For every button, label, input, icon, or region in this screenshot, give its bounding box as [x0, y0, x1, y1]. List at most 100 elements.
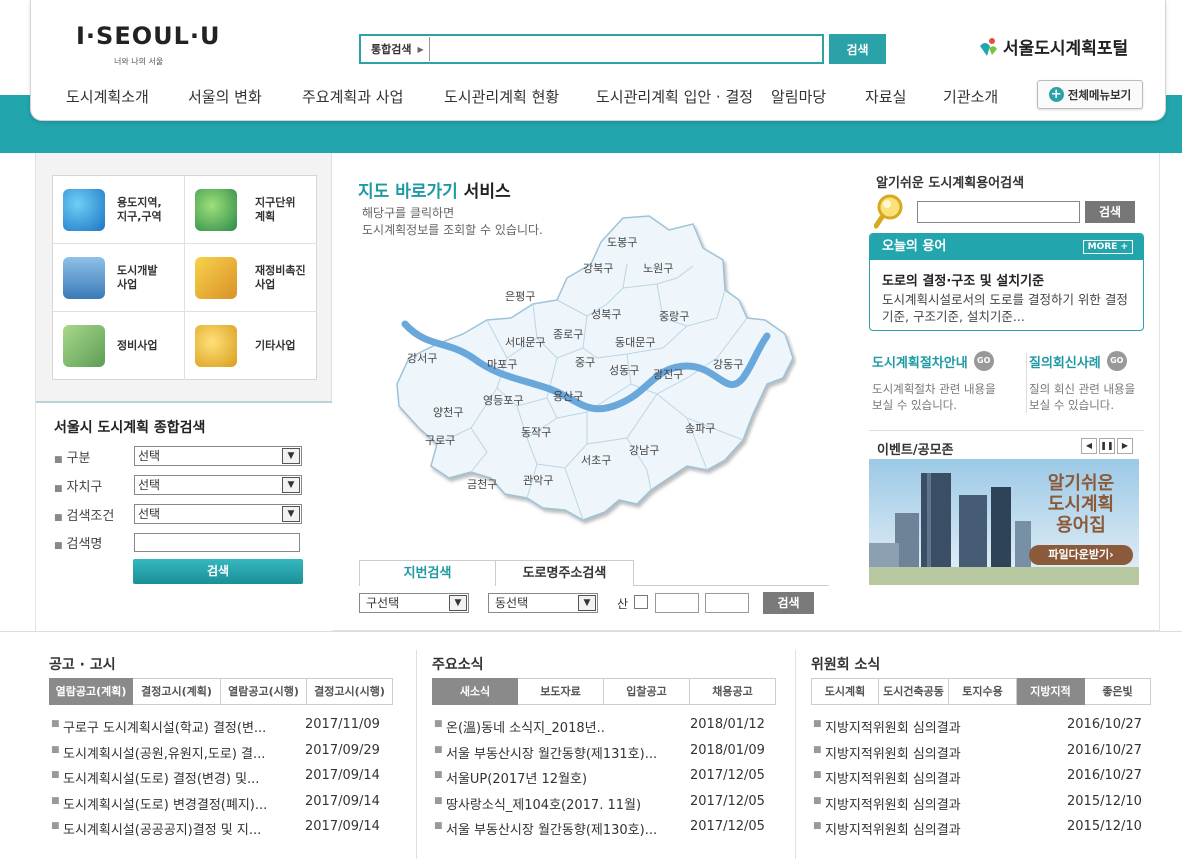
district-dongdaemun: 동대문구 [615, 336, 655, 349]
event-banner[interactable]: 알기쉬운 도시계획 용어집 파일다운받기› [869, 459, 1139, 585]
tab-committee-0[interactable]: 도시계획 [811, 678, 879, 705]
urban-development-icon [63, 256, 105, 299]
all-menu-button[interactable]: + 전체메뉴보기 [1037, 80, 1143, 109]
term-search-input[interactable] [917, 201, 1080, 223]
tab-news-1[interactable]: 보도자료 [518, 678, 604, 705]
nav-item[interactable]: 자료실 [865, 86, 906, 107]
tab-news-3[interactable]: 채용공고 [690, 678, 776, 705]
total-search-panel: 서울시 도시계획 종합검색 ■ 구분 선택 ▼ ■ 자치구 선택 ▼ ■ 검색조건 선택 ▼… [36, 401, 332, 631]
quick-item-label: 지구단위 계획 [255, 195, 296, 223]
district-plan-icon [195, 188, 237, 231]
pause-icon[interactable]: ❚❚ [1099, 438, 1115, 454]
chevron-down-icon: ▼ [578, 595, 596, 611]
total-search-button[interactable]: 검색 [133, 559, 303, 584]
more-button[interactable]: MORE + [1082, 240, 1133, 254]
iseoulu-logo[interactable]: I·SEOUL·U 너와 나의 서울 [76, 22, 220, 70]
all-menu-label: 전체메뉴보기 [1067, 87, 1132, 102]
maintenance-icon [63, 325, 105, 367]
plus-icon: + [1048, 87, 1064, 102]
quick-menu: 용도지역, 지구,구역 지구단위 계획 도시개발 사업 재정비촉진 사업 정비사… [52, 175, 317, 380]
field-label-district: ■ 자치구 [54, 480, 103, 495]
district-gangdong: 강동구 [713, 358, 743, 371]
other-project-icon [195, 325, 237, 367]
quick-item-label: 재정비촉진 사업 [255, 263, 306, 291]
tab-lot-number[interactable]: 지번검색 [359, 560, 496, 586]
sub-number-input[interactable] [705, 593, 749, 613]
nav-item[interactable]: 주요계획과 사업 [302, 86, 403, 107]
header: I·SEOUL·U 너와 나의 서울 통합검색 ▶ 검색 서울도시계획포털 도시… [30, 0, 1166, 121]
address-search-tabs: 지번검색 도로명주소검색 [359, 560, 829, 586]
tab-notice-3[interactable]: 결정고시(시행) [307, 678, 393, 705]
district-yongsan: 용산구 [553, 390, 583, 403]
condition-select[interactable]: 선택 ▼ [134, 504, 302, 524]
main-number-input[interactable] [655, 593, 699, 613]
news-panel: 주요소식 새소식 보도자료 입찰공고 채용공고 ■ 온(溫)동네 소식지_2018… [432, 631, 778, 859]
district-gwanak: 관악구 [523, 474, 553, 487]
tab-road-address[interactable]: 도로명주소검색 [496, 560, 634, 586]
tab-notice-1[interactable]: 결정고시(계획) [133, 678, 221, 705]
field-label-name: ■ 검색명 [54, 537, 103, 552]
district-dobong: 도봉구 [607, 236, 637, 249]
go-icon: GO [1106, 351, 1127, 371]
tab-notice-0[interactable]: 열람공고(계획) [49, 678, 133, 705]
quick-item-other[interactable]: 기타사업 [185, 312, 317, 380]
portal-logo[interactable]: 서울도시계획포털 [977, 34, 1128, 59]
portal-title: 서울도시계획포털 [1003, 39, 1129, 59]
category-select[interactable]: 선택 ▼ [134, 446, 302, 466]
term-search-title: 알기쉬운 도시계획용어검색 [876, 176, 1025, 191]
nav-item[interactable]: 도시계획소개 [66, 86, 149, 107]
renewal-icon [195, 256, 237, 299]
download-button[interactable]: 파일다운받기› [1029, 545, 1133, 565]
next-icon[interactable]: ▶ [1117, 438, 1133, 454]
address-search-button[interactable]: 검색 [763, 592, 814, 614]
map-title: 지도 바로가기 서비스 [358, 182, 511, 202]
dong-select[interactable]: 동선택 ▼ [488, 593, 598, 613]
tab-committee-1[interactable]: 도시건축공동 [879, 678, 949, 705]
quick-item-district-plan[interactable]: 지구단위 계획 [185, 176, 317, 244]
quick-item-urban-development[interactable]: 도시개발 사업 [53, 244, 185, 312]
quick-item-label: 기타사업 [255, 339, 296, 352]
search-scope[interactable]: 통합검색 [361, 41, 417, 57]
nav-item[interactable]: 도시관리계획 현황 [444, 86, 559, 107]
quick-item-zoning[interactable]: 용도지역, 지구,구역 [53, 176, 185, 244]
search-input[interactable] [428, 37, 822, 61]
district-guro: 구로구 [425, 434, 455, 447]
tab-committee-3[interactable]: 지방지적 [1017, 678, 1085, 705]
portal-logo-icon [977, 36, 999, 58]
seoul-map[interactable]: 도봉구 강북구 노원구 은평구 성북구 중랑구 서대문구 종로구 동대문구 강서… [387, 208, 797, 548]
nav-item[interactable]: 알림마당 [771, 86, 826, 107]
search-button[interactable]: 검색 [829, 34, 886, 64]
banner-line-3: 용어집 [1056, 515, 1106, 536]
committee-panel: 위원회 소식 도시계획 도시건축공동 토지수용 지방지적 좋은빛 ■ 지방지적위원… [811, 631, 1151, 859]
tab-committee-4[interactable]: 좋은빛 [1085, 678, 1151, 705]
district-seongdong: 성동구 [609, 364, 639, 377]
today-term-title[interactable]: 도로의 결정·구조 및 설치기준 [870, 260, 1143, 289]
qna-cases-desc: 질의 회신 관련 내용을 보실 수 있습니다. [1029, 382, 1136, 412]
nav-item[interactable]: 기관소개 [943, 86, 998, 107]
tab-committee-2[interactable]: 토지수용 [949, 678, 1017, 705]
gu-select[interactable]: 구선택 ▼ [359, 593, 469, 613]
prev-icon[interactable]: ◀ [1081, 438, 1097, 454]
logo-mark: I·SEOUL·U [76, 22, 220, 50]
nav-item[interactable]: 도시관리계획 입안 · 결정 [596, 86, 753, 107]
search-box: 통합검색 ▶ [359, 34, 824, 64]
committee-tabs: 도시계획 도시건축공동 토지수용 지방지적 좋은빛 [811, 678, 1151, 705]
right-column: 알기쉬운 도시계획용어검색 검색 오늘의 용어 MORE + 도로의 결정·구조 … [852, 153, 1161, 631]
scope-arrow-icon[interactable]: ▶ [417, 45, 423, 54]
district-mapo: 마포구 [487, 358, 517, 371]
term-search-button[interactable]: 검색 [1085, 201, 1135, 223]
procedure-guide-link[interactable]: 도시계획절차안내 GO [872, 351, 994, 371]
quick-item-maintenance[interactable]: 정비사업 [53, 312, 185, 380]
procedure-guide-desc: 도시계획절차 관련 내용을 보실 수 있습니다. [872, 382, 996, 412]
banner-line-2: 도시계획 [1047, 494, 1115, 515]
district-gwangjin: 광진구 [653, 368, 683, 381]
quick-item-renewal[interactable]: 재정비촉진 사업 [185, 244, 317, 312]
tab-notice-2[interactable]: 열람공고(시행) [221, 678, 307, 705]
tab-news-2[interactable]: 입찰공고 [604, 678, 690, 705]
tab-news-0[interactable]: 새소식 [432, 678, 518, 705]
nav-item[interactable]: 서울의 변화 [188, 86, 262, 107]
qna-cases-link[interactable]: 질의회신사례 GO [1029, 351, 1127, 371]
san-checkbox[interactable] [634, 595, 648, 609]
district-select[interactable]: 선택 ▼ [134, 475, 302, 495]
search-name-input[interactable] [134, 533, 300, 552]
